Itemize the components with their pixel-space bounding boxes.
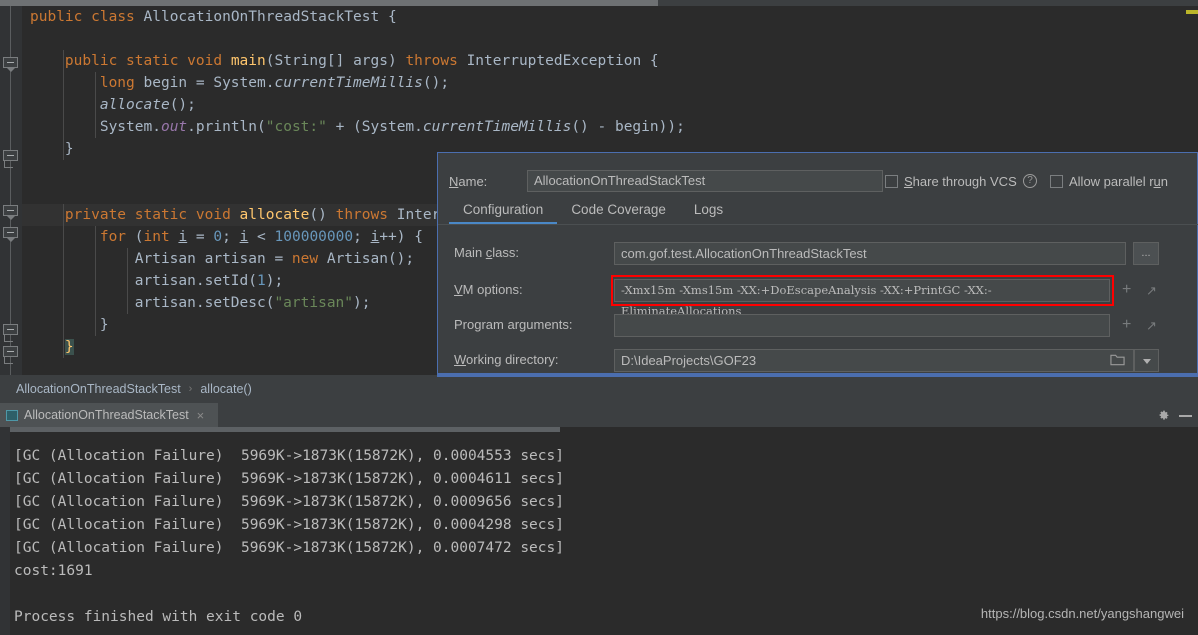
main-class-label: Main class: (454, 245, 520, 260)
console-gutter (0, 427, 10, 635)
main-class-input[interactable]: com.gof.test.AllocationOnThreadStackTest (614, 242, 1126, 265)
code-line: } (30, 141, 74, 157)
code-line: public class AllocationOnThreadStackTest… (30, 9, 397, 25)
warning-marker[interactable] (1186, 10, 1198, 14)
breadcrumb[interactable]: AllocationOnThreadStackTest › allocate() (0, 375, 1198, 403)
dialog-tab-bar: Configuration Code Coverage Logs (449, 198, 737, 226)
console-line: [GC (Allocation Failure) 5969K->1873K(15… (14, 540, 564, 556)
console-horizontal-scrollbar[interactable] (10, 427, 1198, 432)
run-tool-window: AllocationOnThreadStackTest × [GC (Alloc… (0, 403, 1198, 635)
browse-main-class-button[interactable]: ... (1133, 242, 1159, 265)
expand-editor-icon[interactable]: ↗ (1146, 318, 1157, 334)
run-tab-bar: AllocationOnThreadStackTest × (0, 403, 1198, 427)
add-macro-icon[interactable]: + (1122, 317, 1131, 333)
fold-marker-icon[interactable] (3, 205, 18, 220)
code-line: Artisan artisan = new Artisan(); (134, 251, 415, 267)
tab-logs[interactable]: Logs (680, 198, 737, 224)
dialog-bottom-accent (438, 373, 1198, 376)
share-vcs-checkbox[interactable] (885, 175, 898, 188)
code-line: private static void allocate() throws In… (64, 207, 441, 223)
name-label: Name: (449, 174, 488, 189)
run-console-icon (6, 409, 18, 421)
add-macro-icon[interactable]: + (1122, 282, 1131, 298)
tab-configuration[interactable]: Configuration (449, 198, 558, 224)
name-row: Name: AllocationOnThreadStackTest Share … (438, 161, 1198, 192)
fold-marker-icon[interactable] (3, 324, 18, 342)
console-line: [GC (Allocation Failure) 5969K->1873K(15… (14, 517, 564, 533)
vm-options-input[interactable]: -Xmx15m -Xms15m -XX:+DoEscapeAnalysis -X… (614, 279, 1110, 318)
fold-marker-icon[interactable] (3, 57, 18, 72)
program-arguments-input[interactable] (614, 314, 1110, 337)
run-tab[interactable]: AllocationOnThreadStackTest × (0, 403, 218, 427)
console-line: cost:1691 (14, 563, 93, 579)
expand-editor-icon[interactable]: ↗ (1146, 283, 1157, 299)
console-line: Process finished with exit code 0 (14, 609, 303, 625)
working-directory-label: Working directory: (454, 352, 559, 367)
tab-code-coverage[interactable]: Code Coverage (557, 198, 680, 224)
fold-marker-icon[interactable] (3, 346, 18, 364)
vm-options-label: VM options: (454, 282, 523, 297)
hide-window-icon[interactable] (1179, 415, 1192, 417)
console-line: [GC (Allocation Failure) 5969K->1873K(15… (14, 448, 564, 464)
program-arguments-row: Program arguments: + ↗ (438, 314, 1198, 338)
help-icon[interactable]: ? (1023, 174, 1037, 188)
chevron-down-icon (1143, 359, 1151, 364)
working-directory-input[interactable]: D:\IdeaProjects\GOF23 (614, 349, 1134, 372)
console-line: [GC (Allocation Failure) 5969K->1873K(15… (14, 471, 564, 487)
console-output[interactable]: [GC (Allocation Failure) 5969K->1873K(15… (0, 427, 1198, 635)
run-configuration-dialog: Name: AllocationOnThreadStackTest Share … (437, 152, 1198, 377)
watermark-text: https://blog.csdn.net/yangshangwei (980, 606, 1184, 621)
allow-parallel-run-label: Allow parallel run (1069, 174, 1169, 189)
breadcrumb-item-class[interactable]: AllocationOnThreadStackTest (16, 382, 181, 396)
fold-marker-icon[interactable] (3, 227, 18, 242)
code-line: } (64, 339, 74, 355)
editor-gutter[interactable] (0, 6, 22, 375)
ide-window: public class AllocationOnThreadStackTest… (0, 0, 1198, 635)
main-class-row: Main class: com.gof.test.AllocationOnThr… (438, 242, 1198, 266)
code-line: for (int i = 0; i < 100000000; i++) { (99, 229, 423, 245)
working-directory-dropdown[interactable] (1134, 349, 1159, 372)
gear-icon[interactable] (1157, 409, 1170, 422)
code-line: public static void main(String[] args) t… (64, 53, 659, 69)
breadcrumb-item-method[interactable]: allocate() (200, 382, 251, 396)
code-line: artisan.setId(1); (30, 273, 284, 289)
run-tab-label: AllocationOnThreadStackTest (24, 408, 189, 422)
fold-marker-icon[interactable] (3, 150, 18, 168)
vm-options-row: VM options: -Xmx15m -Xms15m -XX:+DoEscap… (438, 275, 1198, 318)
program-arguments-label: Program arguments: (454, 317, 573, 332)
code-line: long begin = System.currentTimeMillis(); (99, 75, 450, 91)
scrollbar-thumb[interactable] (10, 427, 560, 432)
code-line: System.out.println("cost:" + (System.cur… (99, 119, 685, 135)
code-line: allocate(); (99, 97, 196, 113)
code-line: } (30, 317, 109, 333)
tab-underline (438, 224, 1198, 225)
breadcrumb-separator-icon: › (188, 383, 193, 395)
working-directory-row: Working directory: D:\IdeaProjects\GOF23 (438, 349, 1198, 373)
folder-icon[interactable] (1110, 353, 1125, 367)
allow-parallel-run-checkbox[interactable] (1050, 175, 1063, 188)
close-icon[interactable]: × (197, 408, 205, 423)
share-vcs-label: Share through VCS (904, 174, 1017, 189)
console-line: [GC (Allocation Failure) 5969K->1873K(15… (14, 494, 564, 510)
code-line: artisan.setDesc("artisan"); (30, 295, 371, 311)
name-input[interactable]: AllocationOnThreadStackTest (527, 170, 883, 192)
